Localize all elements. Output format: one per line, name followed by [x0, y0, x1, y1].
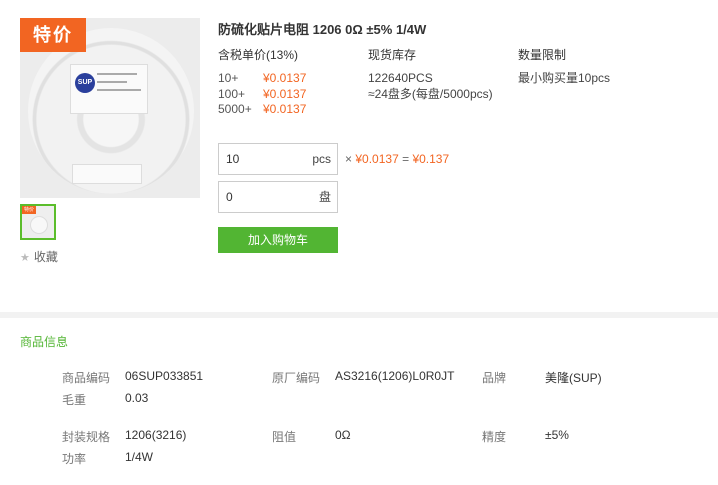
stock-count: 122640PCS [368, 71, 433, 85]
attr-value-brand: 美隆(SUP) [545, 371, 602, 385]
tier-price: ¥0.0137 [263, 102, 307, 116]
star-icon: ★ [20, 252, 30, 264]
tier-price: ¥0.0137 [263, 71, 307, 85]
special-price-badge: 特价 [20, 18, 86, 52]
thumbnail-reel [30, 216, 48, 234]
attr-value-package: 1206(3216) [125, 428, 187, 442]
tier-qty: 5000+ [218, 102, 252, 116]
attr-value-mfr-code: AS3216(1206)L0R0JT [335, 369, 455, 383]
attr-value-tolerance: ±5% [545, 428, 569, 442]
attr-label-package: 封装规格 [62, 430, 111, 444]
thumbnail-image[interactable]: 特价 [20, 204, 56, 240]
product-panel: SUP 特价 特价 ★ 收藏 防硫化贴片电阻 1206 0Ω ±5% 1/4W 含… [0, 0, 718, 312]
add-to-cart-button[interactable]: 加入购物车 [218, 227, 338, 253]
min-order-limit: 最小购买量10pcs [518, 71, 611, 85]
attr-label-tolerance: 精度 [482, 430, 507, 444]
stock-reels: ≈24盘多(每盘/5000pcs) [368, 87, 493, 101]
stock-header: 现货库存 [368, 48, 417, 62]
reel-label: SUP [70, 64, 148, 114]
price-tier: 10+ ¥0.0137 [218, 71, 306, 86]
favorite-button[interactable]: ★ 收藏 [20, 249, 58, 265]
attr-label-power: 功率 [62, 452, 87, 466]
attr-value-resistance: 0Ω [335, 428, 351, 442]
tier-price: ¥0.0137 [263, 87, 307, 101]
calc-total: ¥0.137 [412, 152, 450, 166]
thumbnail-badge: 特价 [22, 206, 36, 214]
reel-input[interactable] [219, 182, 307, 212]
price-tier: 5000+ ¥0.0137 [218, 102, 306, 117]
quantity-unit: pcs [312, 152, 331, 166]
price-calculation: × ¥0.0137 = ¥0.137 [345, 152, 449, 166]
attr-value-power: 1/4W [125, 450, 154, 464]
reel-label-bottom [72, 164, 142, 184]
favorite-label: 收藏 [33, 250, 58, 264]
reel-unit: 盘 [318, 190, 331, 204]
sup-logo: SUP [75, 73, 95, 93]
quantity-input[interactable] [219, 144, 307, 174]
product-info-title: 商品信息 [20, 335, 69, 349]
price-tier: 100+ ¥0.0137 [218, 87, 306, 102]
tier-qty: 100+ [218, 87, 246, 101]
equals-sign: = [402, 152, 410, 166]
times-sign: × [345, 152, 353, 166]
attr-label-product-code: 商品编码 [62, 371, 111, 385]
attr-label-brand: 品牌 [482, 371, 507, 385]
attr-label-resistance: 阻值 [272, 430, 297, 444]
price-header: 含税单价(13%) [218, 48, 299, 62]
tier-qty: 10+ [218, 71, 239, 85]
reel-field[interactable]: 盘 [218, 181, 338, 213]
calc-unit-price: ¥0.0137 [355, 152, 399, 166]
quantity-field[interactable]: pcs [218, 143, 338, 175]
attr-value-weight: 0.03 [125, 391, 149, 405]
attr-label-weight: 毛重 [62, 393, 87, 407]
reel-graphic: SUP [28, 28, 194, 194]
product-title: 防硫化贴片电阻 1206 0Ω ±5% 1/4W [218, 22, 427, 37]
attr-value-product-code: 06SUP033851 [125, 369, 204, 383]
section-divider [0, 312, 718, 318]
attr-label-mfr-code: 原厂编码 [272, 371, 321, 385]
limit-header: 数量限制 [518, 48, 567, 62]
